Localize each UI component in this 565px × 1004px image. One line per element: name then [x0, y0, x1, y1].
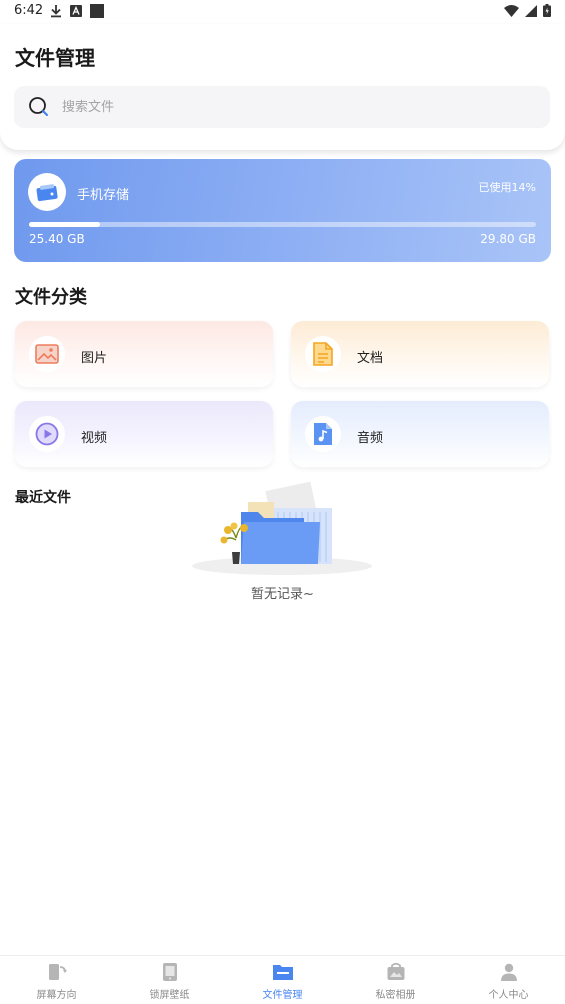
nav-item-screen-orientation[interactable]: 屏幕方向	[0, 956, 113, 1004]
storage-total-size: 29.80 GB	[480, 232, 536, 246]
nav-label: 锁屏壁纸	[149, 990, 190, 1001]
category-audio[interactable]: 音频	[291, 401, 549, 467]
nav-item-profile[interactable]: 个人中心	[452, 956, 565, 1004]
download-icon	[51, 5, 61, 18]
phone-storage-icon	[28, 173, 66, 211]
notification-icons	[50, 4, 104, 18]
system-icons	[504, 4, 551, 17]
status-time: 6:42	[14, 3, 44, 18]
empty-folder-illustration	[192, 481, 372, 575]
lock-wallpaper-icon	[159, 961, 181, 983]
text-a-icon	[70, 5, 82, 17]
category-documents[interactable]: 文档	[291, 321, 549, 387]
screen-orientation-icon	[46, 961, 68, 983]
recent-files-title: 最近文件	[15, 490, 71, 506]
nav-item-lock-wallpaper[interactable]: 锁屏壁纸	[113, 956, 226, 1004]
storage-title: 手机存储	[77, 188, 130, 203]
page-title: 文件管理	[15, 46, 95, 70]
storage-progress-fill	[29, 222, 100, 227]
document-icon	[305, 336, 341, 372]
folder-icon	[272, 961, 294, 983]
storage-card[interactable]: 手机存储 已使用14% 25.40 GB 29.80 GB	[14, 159, 551, 262]
storage-used-percent: 已使用14%	[478, 181, 536, 194]
wifi-icon	[504, 4, 519, 17]
nav-item-file-manager[interactable]: 文件管理	[226, 956, 339, 1004]
category-label: 视频	[81, 431, 108, 446]
audio-icon	[305, 416, 341, 452]
nav-label: 文件管理	[262, 990, 303, 1001]
category-label: 音频	[357, 431, 384, 446]
category-label: 图片	[81, 351, 108, 366]
empty-state-text: 暂无记录~	[251, 587, 314, 602]
private-album-icon	[385, 961, 407, 983]
video-icon	[29, 416, 65, 452]
search-icon	[29, 97, 48, 116]
bottom-nav: 屏幕方向 锁屏壁纸 文件管理 私密相册 个人中心	[0, 955, 565, 1004]
category-images[interactable]: 图片	[15, 321, 273, 387]
signal-icon	[525, 4, 537, 17]
nav-item-private-album[interactable]: 私密相册	[339, 956, 452, 1004]
category-label: 文档	[357, 351, 384, 366]
header: 文件管理	[0, 24, 565, 150]
search-box[interactable]	[14, 86, 550, 128]
search-input[interactable]	[62, 86, 532, 128]
storage-progress-bar	[29, 222, 536, 227]
nav-label: 私密相册	[375, 990, 416, 1001]
image-icon	[29, 336, 65, 372]
nav-label: 个人中心	[488, 990, 529, 1001]
square-icon	[90, 4, 104, 18]
categories-title: 文件分类	[15, 287, 87, 308]
person-icon	[498, 961, 520, 983]
category-videos[interactable]: 视频	[15, 401, 273, 467]
nav-label: 屏幕方向	[36, 990, 77, 1001]
battery-icon	[543, 4, 551, 17]
status-bar: 6:42	[0, 0, 565, 24]
storage-used-size: 25.40 GB	[29, 232, 85, 246]
